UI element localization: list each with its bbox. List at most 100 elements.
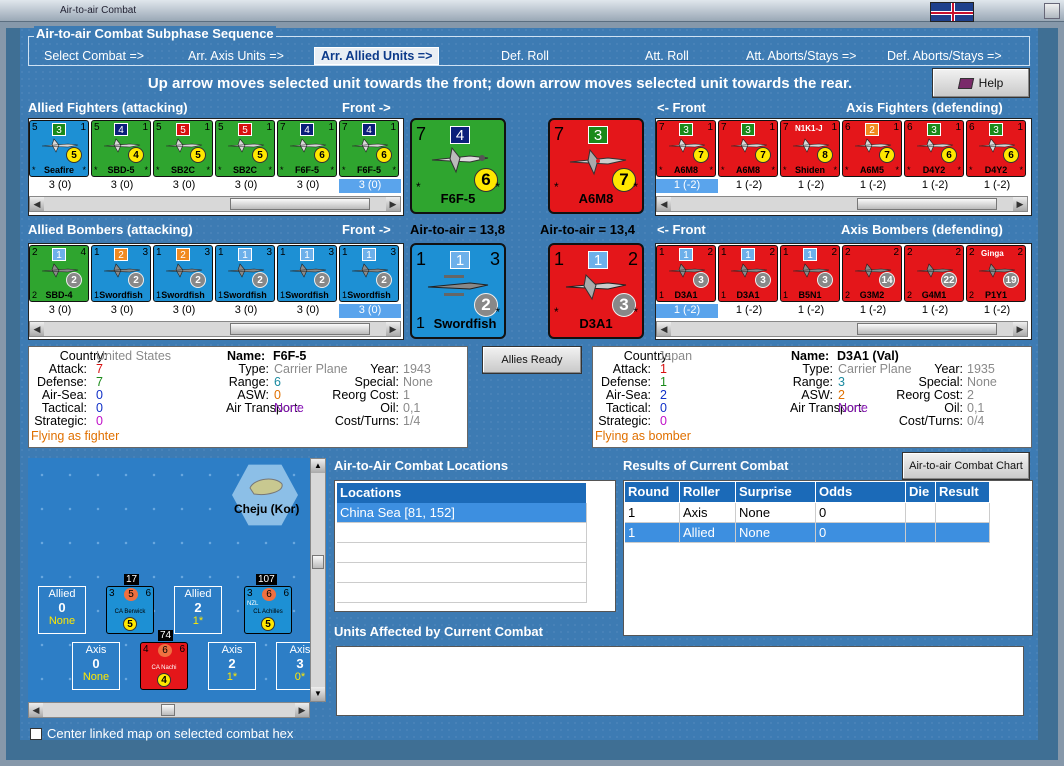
table-cell[interactable]: 1: [625, 523, 680, 543]
map-vertical-scrollbar[interactable]: ▲ ▼: [310, 458, 326, 702]
unit-card[interactable]: 7 4 1 6 * * F6F-5: [339, 120, 399, 177]
center-map-checkbox[interactable]: [30, 728, 42, 740]
ship-achilles[interactable]: 3 6 6 NZL CL Achilles 5: [244, 586, 292, 634]
help-button[interactable]: Help: [932, 68, 1030, 98]
unit-values[interactable]: 3 (0): [277, 304, 339, 318]
scroll-right-arrow[interactable]: ▶: [386, 322, 400, 336]
scroll-up-arrow[interactable]: ▲: [311, 459, 325, 473]
unit-card[interactable]: 2 Ginga 2 19 2 P1Y1: [966, 245, 1026, 302]
strip-scrollbar[interactable]: ◀ ▶: [29, 196, 401, 212]
locations-list[interactable]: Locations China Sea [81, 152]: [334, 480, 616, 612]
scroll-left-arrow[interactable]: ◀: [30, 197, 44, 211]
scroll-left-arrow[interactable]: ◀: [29, 703, 43, 717]
linked-map[interactable]: Cheju (Kor) Allied 0 None 3 5 6 CA Berwi…: [28, 458, 328, 702]
scroll-down-arrow[interactable]: ▼: [311, 687, 325, 701]
strip-scrollbar[interactable]: ◀ ▶: [29, 321, 401, 337]
unit-values[interactable]: 1 (-2): [780, 179, 842, 193]
air-to-air-chart-button[interactable]: Air-to-air Combat Chart: [902, 452, 1030, 480]
unit-values[interactable]: 3 (0): [153, 304, 215, 318]
unit-values[interactable]: 3 (0): [153, 179, 215, 193]
table-cell[interactable]: Allied: [680, 523, 736, 543]
scroll-thumb[interactable]: [857, 198, 997, 210]
ship-nachi[interactable]: 4 6 6 CA Nachi 4: [140, 642, 188, 690]
unit-values[interactable]: 1 (-2): [904, 179, 966, 193]
allied-box-1[interactable]: Allied 0 None: [38, 586, 86, 634]
unit-card[interactable]: 1 2 3 2 1 Swordfish: [91, 245, 151, 302]
unit-values[interactable]: 1 (-2): [966, 179, 1028, 193]
table-cell[interactable]: None: [736, 523, 816, 543]
scroll-thumb[interactable]: [312, 555, 324, 569]
unit-card[interactable]: 5 5 1 5 * * SB2C: [215, 120, 275, 177]
axis-box-1[interactable]: Axis 0 None: [72, 642, 120, 690]
unit-values[interactable]: 1 (-2): [780, 304, 842, 318]
unit-card[interactable]: 5 4 1 4 * * SBD-5: [91, 120, 151, 177]
strip-scrollbar[interactable]: ◀ ▶: [656, 196, 1028, 212]
unit-values[interactable]: 1 (-2): [966, 304, 1028, 318]
ship-berwick[interactable]: 3 5 6 CA Berwick 5: [106, 586, 154, 634]
unit-values[interactable]: 3 (0): [215, 304, 277, 318]
unit-card[interactable]: 1 1 2 3 1 B5N1: [780, 245, 840, 302]
selected-allied-fighter-card[interactable]: 7 4 6 * * F6F-5: [410, 118, 506, 214]
scroll-left-arrow[interactable]: ◀: [657, 197, 671, 211]
unit-card[interactable]: 1 1 3 2 1 Swordfish: [339, 245, 399, 302]
unit-card[interactable]: 6 3 1 6 * * D4Y2: [904, 120, 964, 177]
unit-card[interactable]: 7 3 1 7 * * A6M8: [718, 120, 778, 177]
strip-scrollbar[interactable]: ◀ ▶: [656, 321, 1028, 337]
scroll-right-arrow[interactable]: ▶: [1013, 322, 1027, 336]
allies-ready-button[interactable]: Allies Ready: [482, 346, 582, 374]
unit-card[interactable]: 6 2 1 7 * * A6M5: [842, 120, 902, 177]
unit-values[interactable]: 1 (-2): [718, 179, 780, 193]
uk-flag-icon[interactable]: [930, 2, 974, 22]
unit-values[interactable]: 3 (0): [91, 304, 153, 318]
scroll-left-arrow[interactable]: ◀: [30, 322, 44, 336]
unit-card[interactable]: 6 3 1 6 * * D4Y2: [966, 120, 1026, 177]
ship-name: CL Achilles: [253, 609, 283, 615]
unit-values[interactable]: 3 (0): [339, 179, 401, 193]
unit-values[interactable]: 1 (-2): [904, 304, 966, 318]
unit-values[interactable]: 3 (0): [215, 179, 277, 193]
unit-card[interactable]: 2 2 22 2 G4M1: [904, 245, 964, 302]
scroll-right-arrow[interactable]: ▶: [386, 197, 400, 211]
unit-card[interactable]: 5 3 1 5 * * Seafire: [29, 120, 89, 177]
scroll-thumb[interactable]: [857, 323, 997, 335]
unit-card[interactable]: 1 1 3 2 1 Swordfish: [215, 245, 275, 302]
table-cell[interactable]: [906, 523, 936, 543]
selected-axis-fighter-card[interactable]: 7 3 7 * * A6M8: [548, 118, 644, 214]
selected-allied-bomber-card[interactable]: 1 1 3 2 1 * Swordfish: [410, 243, 506, 339]
scroll-thumb[interactable]: [161, 704, 175, 716]
table-cell[interactable]: [936, 523, 990, 543]
unit-card[interactable]: 7 N1K1-J 1 8 * * Shiden: [780, 120, 840, 177]
location-row[interactable]: China Sea [81, 152]: [337, 503, 587, 523]
scroll-thumb[interactable]: [230, 198, 370, 210]
unit-card[interactable]: 1 2 3 2 1 Swordfish: [153, 245, 213, 302]
scroll-left-arrow[interactable]: ◀: [657, 322, 671, 336]
map-horizontal-scrollbar[interactable]: ◀ ▶: [28, 702, 310, 718]
axis-box-2[interactable]: Axis 2 1*: [208, 642, 256, 690]
unit-values[interactable]: 1 (-2): [656, 179, 718, 193]
unit-values[interactable]: 1 (-2): [718, 304, 780, 318]
unit-values[interactable]: 3 (0): [29, 304, 91, 318]
unit-card[interactable]: 1 1 2 3 1 D3A1: [656, 245, 716, 302]
unit-values[interactable]: 3 (0): [339, 304, 401, 318]
unit-card[interactable]: 5 5 1 5 * * SB2C: [153, 120, 213, 177]
table-cell[interactable]: 0: [816, 523, 906, 543]
unit-values[interactable]: 3 (0): [29, 179, 91, 193]
unit-values[interactable]: 3 (0): [91, 179, 153, 193]
scroll-thumb[interactable]: [230, 323, 370, 335]
unit-card[interactable]: 1 1 2 3 1 D3A1: [718, 245, 778, 302]
scroll-right-arrow[interactable]: ▶: [1013, 197, 1027, 211]
unit-values[interactable]: 1 (-2): [656, 304, 718, 318]
unit-values[interactable]: 1 (-2): [842, 304, 904, 318]
close-window-button[interactable]: [1044, 3, 1060, 19]
selected-axis-bomber-card[interactable]: 1 1 2 3 * * D3A1: [548, 243, 644, 339]
label: Strategic:: [34, 414, 87, 428]
allied-box-2[interactable]: Allied 2 1*: [174, 586, 222, 634]
unit-card[interactable]: 7 4 1 6 * * F6F-5: [277, 120, 337, 177]
unit-values[interactable]: 1 (-2): [842, 179, 904, 193]
unit-card[interactable]: 2 2 14 2 G3M2: [842, 245, 902, 302]
unit-card[interactable]: 2 1 4 2 2 SBD-4: [29, 245, 89, 302]
unit-card[interactable]: 7 3 1 7 * * A6M8: [656, 120, 716, 177]
unit-card[interactable]: 1 1 3 2 1 Swordfish: [277, 245, 337, 302]
scroll-right-arrow[interactable]: ▶: [295, 703, 309, 717]
unit-values[interactable]: 3 (0): [277, 179, 339, 193]
